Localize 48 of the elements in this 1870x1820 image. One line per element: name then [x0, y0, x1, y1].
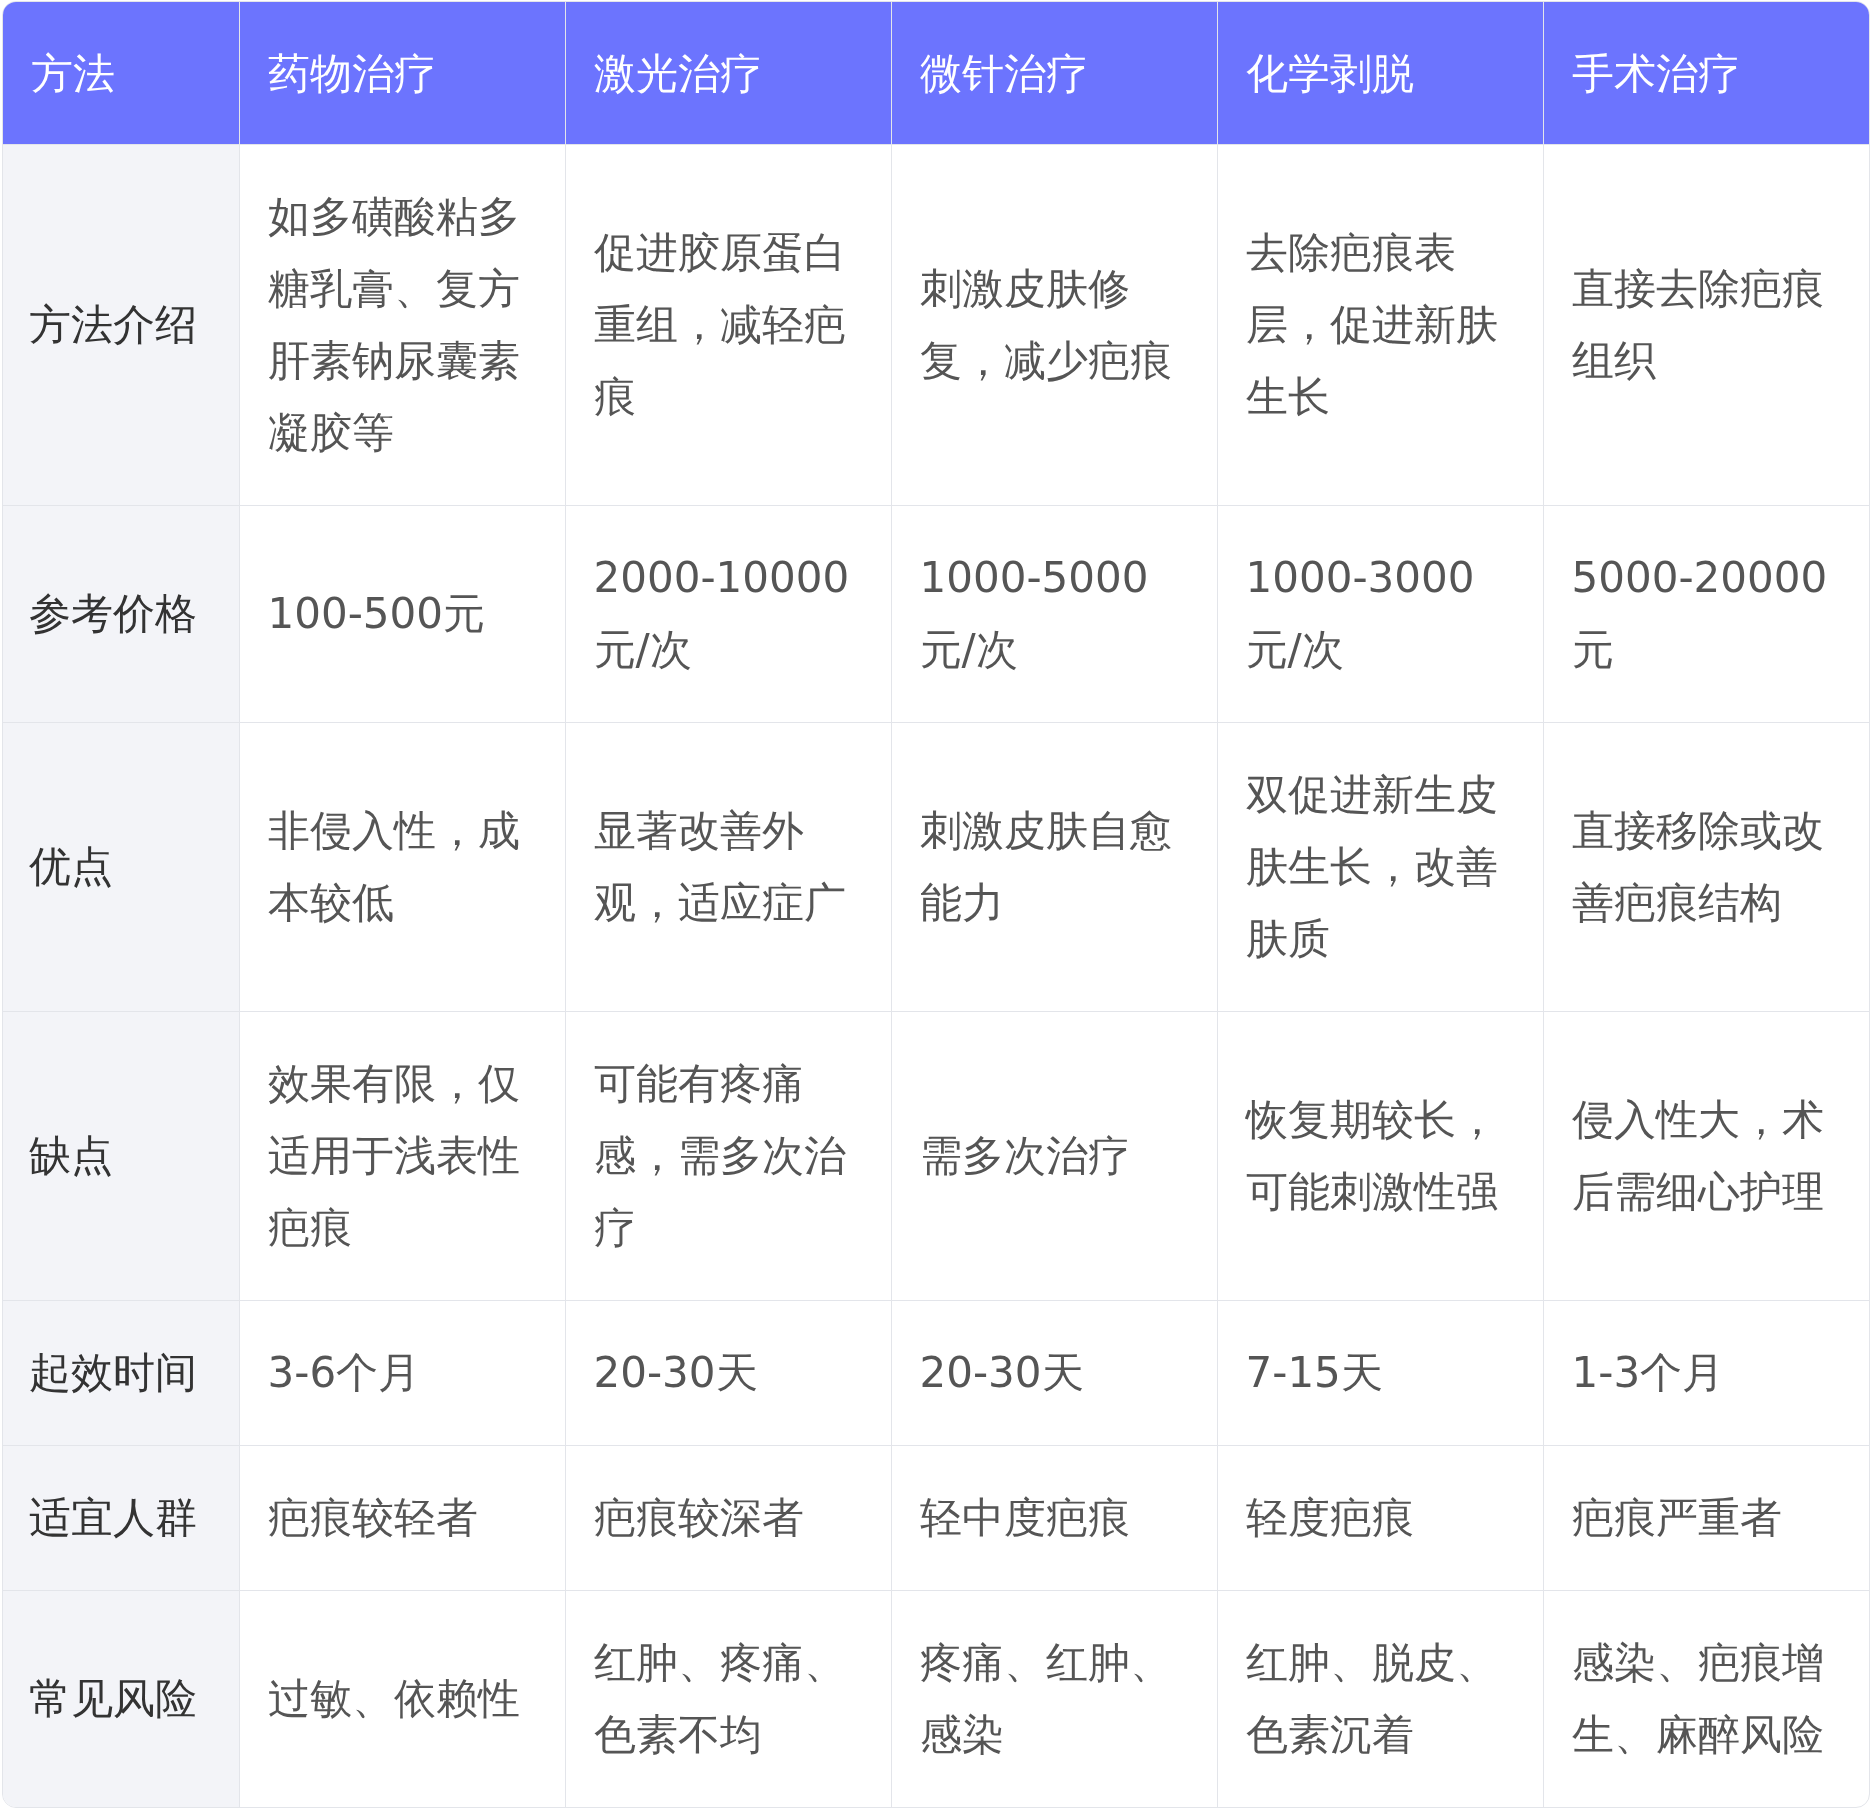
column-header: 方法: [3, 2, 239, 145]
column-header: 手术治疗: [1543, 2, 1869, 145]
table-cell: 疤痕较深者: [565, 1445, 891, 1591]
row-header: 缺点: [3, 1011, 239, 1301]
column-header: 激光治疗: [565, 2, 891, 145]
table-cell: 疤痕较轻者: [239, 1445, 565, 1591]
column-header: 药物治疗: [239, 2, 565, 145]
row-header: 参考价格: [3, 505, 239, 723]
table-cell: 红肿、疼痛、色素不均: [565, 1590, 891, 1807]
column-header: 化学剥脱: [1217, 2, 1543, 145]
table-cell: 恢复期较长，可能刺激性强: [1217, 1011, 1543, 1301]
column-header: 微针治疗: [891, 2, 1217, 145]
table-cell: 5000-20000元: [1543, 505, 1869, 723]
table-cell: 感染、疤痕增生、麻醉风险: [1543, 1590, 1869, 1807]
table-cell: 20-30天: [565, 1300, 891, 1446]
table-cell: 侵入性大，术后需细心护理: [1543, 1011, 1869, 1301]
row-header: 优点: [3, 722, 239, 1012]
table-cell: 刺激皮肤自愈能力: [891, 722, 1217, 1012]
table-cell: 过敏、依赖性: [239, 1590, 565, 1807]
table-cell: 直接去除疤痕组织: [1543, 144, 1869, 506]
table-cell: 7-15天: [1217, 1300, 1543, 1446]
table-cell: 1000-3000元/次: [1217, 505, 1543, 723]
table-cell: 可能有疼痛感，需多次治疗: [565, 1011, 891, 1301]
table-cell: 非侵入性，成本较低: [239, 722, 565, 1012]
table-cell: 促进胶原蛋白重组，减轻疤痕: [565, 144, 891, 506]
row-header: 适宜人群: [3, 1445, 239, 1591]
row-header: 起效时间: [3, 1300, 239, 1446]
table-cell: 20-30天: [891, 1300, 1217, 1446]
table-cell: 疼痛、红肿、感染: [891, 1590, 1217, 1807]
table-cell: 红肿、脱皮、色素沉着: [1217, 1590, 1543, 1807]
table-cell: 100-500元: [239, 505, 565, 723]
table-cell: 效果有限，仅适用于浅表性疤痕: [239, 1011, 565, 1301]
table-cell: 去除疤痕表层，促进新肤生长: [1217, 144, 1543, 506]
table-cell: 3-6个月: [239, 1300, 565, 1446]
table-cell: 刺激皮肤修复，减少疤痕: [891, 144, 1217, 506]
row-header: 常见风险: [3, 1590, 239, 1807]
table-cell: 双促进新生皮肤生长，改善肤质: [1217, 722, 1543, 1012]
table-cell: 如多磺酸粘多糖乳膏、复方肝素钠尿囊素凝胶等: [239, 144, 565, 506]
table-cell: 直接移除或改善疤痕结构: [1543, 722, 1869, 1012]
table-cell: 1-3个月: [1543, 1300, 1869, 1446]
table-cell: 2000-10000元/次: [565, 505, 891, 723]
table-cell: 需多次治疗: [891, 1011, 1217, 1301]
table-cell: 轻中度疤痕: [891, 1445, 1217, 1591]
table-cell: 显著改善外观，适应症广: [565, 722, 891, 1012]
table-cell: 轻度疤痕: [1217, 1445, 1543, 1591]
table-cell: 疤痕严重者: [1543, 1445, 1869, 1591]
row-header: 方法介绍: [3, 144, 239, 506]
table-cell: 1000-5000元/次: [891, 505, 1217, 723]
